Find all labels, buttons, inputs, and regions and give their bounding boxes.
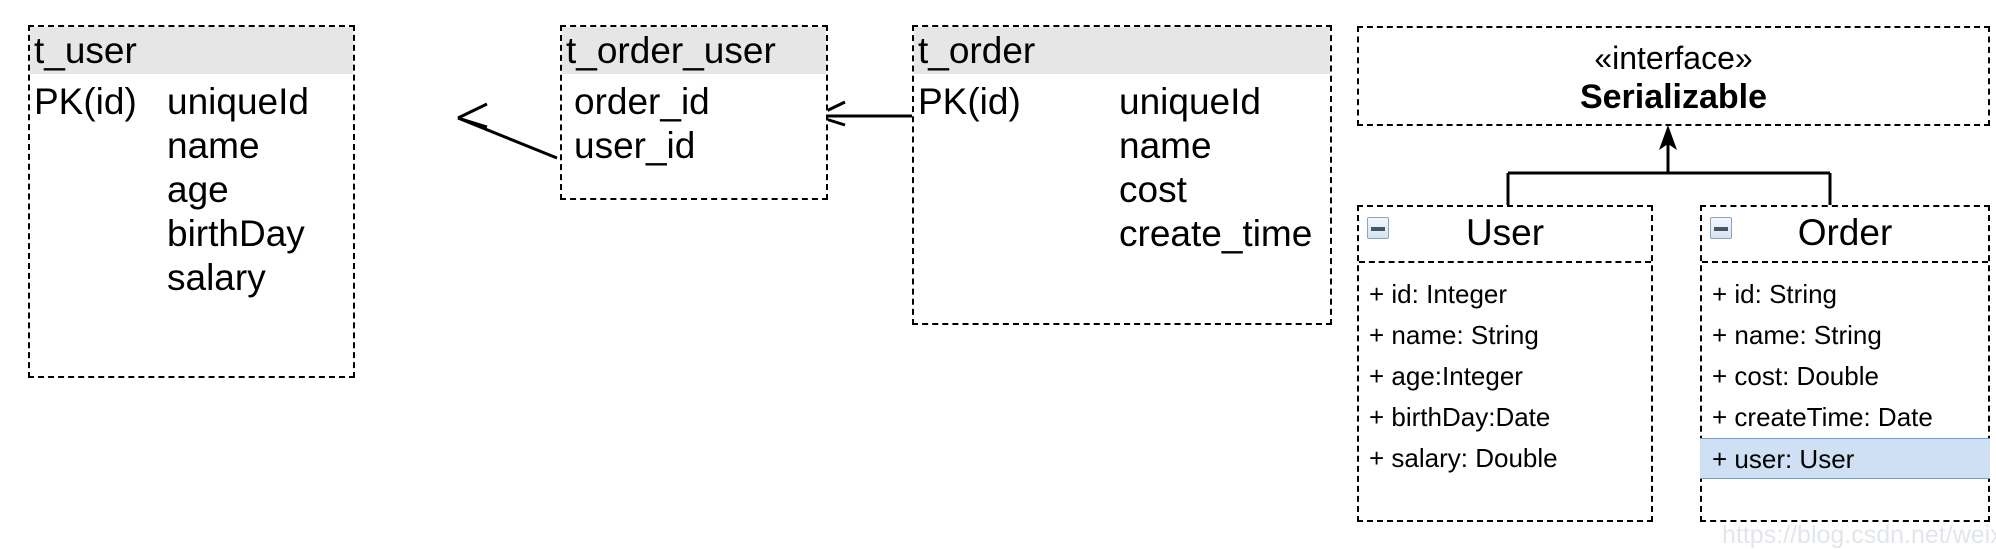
minus-icon[interactable]	[1367, 217, 1389, 239]
relation-inheritance-tree	[1506, 125, 1832, 205]
uml-class-header[interactable]: User	[1359, 207, 1651, 263]
er-column: cost	[1119, 169, 1187, 210]
er-column: create_time	[1119, 213, 1313, 254]
uml-attribute-list: + id: String + name: String + cost: Doub…	[1700, 263, 1990, 479]
watermark: https://blog.csdn.net/weixin_38231448	[1722, 521, 1996, 549]
minus-icon[interactable]	[1710, 217, 1732, 239]
uml-attribute[interactable]: + id: Integer	[1359, 274, 1651, 315]
uml-attribute[interactable]: + id: String	[1702, 274, 1988, 315]
diagram-canvas: t_user PK(id) uniqueId name age birthDay…	[0, 0, 1996, 549]
interface-stereotype: «interface»	[1594, 40, 1753, 76]
uml-attribute[interactable]: + salary: Double	[1359, 438, 1651, 479]
er-table-title: t_order_user	[562, 27, 826, 74]
er-table-body: PK(id) uniqueId name cost create_time	[914, 74, 1330, 323]
relation-torderuser-torder	[815, 100, 912, 127]
er-table-t_order[interactable]: t_order PK(id) uniqueId name cost create…	[912, 25, 1332, 325]
relation-tuser-torderuser	[457, 102, 558, 160]
interface-name: Serializable	[1579, 78, 1768, 116]
er-table-t_user[interactable]: t_user PK(id) uniqueId name age birthDay…	[28, 25, 355, 378]
uml-attribute[interactable]: + name: String	[1702, 315, 1988, 356]
uml-attribute[interactable]: + cost: Double	[1702, 356, 1988, 397]
er-column: user_id	[574, 125, 696, 166]
er-table-title: t_order	[914, 27, 1330, 74]
uml-attribute[interactable]: + name: String	[1359, 315, 1651, 356]
er-column: birthDay	[167, 213, 305, 254]
uml-class-name: Order	[1797, 212, 1893, 253]
er-column: age	[167, 169, 229, 210]
uml-class-user[interactable]: User + id: Integer + name: String + age:…	[1357, 205, 1653, 522]
er-primary-key: PK(id)	[918, 81, 1021, 122]
uml-attribute[interactable]: + age:Integer	[1359, 356, 1651, 397]
er-primary-key: PK(id)	[34, 81, 137, 122]
er-column: name	[167, 125, 260, 166]
er-column-list: uniqueId name cost create_time	[1119, 80, 1312, 256]
uml-interface-serializable[interactable]: «interface» Serializable	[1357, 26, 1990, 126]
er-table-title: t_user	[30, 27, 353, 74]
uml-attribute[interactable]: + createTime: Date	[1702, 397, 1988, 438]
er-column-list: order_id user_id	[574, 80, 710, 168]
er-table-body: order_id user_id	[562, 74, 826, 198]
er-table-body: PK(id) uniqueId name age birthDay salary	[30, 74, 353, 376]
er-column-list: uniqueId name age birthDay salary	[167, 80, 309, 300]
er-column: salary	[167, 257, 266, 298]
uml-class-name: User	[1465, 212, 1545, 253]
uml-attribute-selected[interactable]: + user: User	[1700, 438, 1990, 479]
uml-attribute[interactable]: + birthDay:Date	[1359, 397, 1651, 438]
uml-attribute-list: + id: Integer + name: String + age:Integ…	[1359, 263, 1651, 479]
uml-class-header[interactable]: Order	[1702, 207, 1988, 263]
uml-class-order[interactable]: Order + id: String + name: String + cost…	[1700, 205, 1990, 522]
er-table-t_order_user[interactable]: t_order_user order_id user_id	[560, 25, 828, 200]
er-column: name	[1119, 125, 1212, 166]
er-column: uniqueId	[167, 81, 309, 122]
er-column: order_id	[574, 81, 710, 122]
er-column: uniqueId	[1119, 81, 1261, 122]
